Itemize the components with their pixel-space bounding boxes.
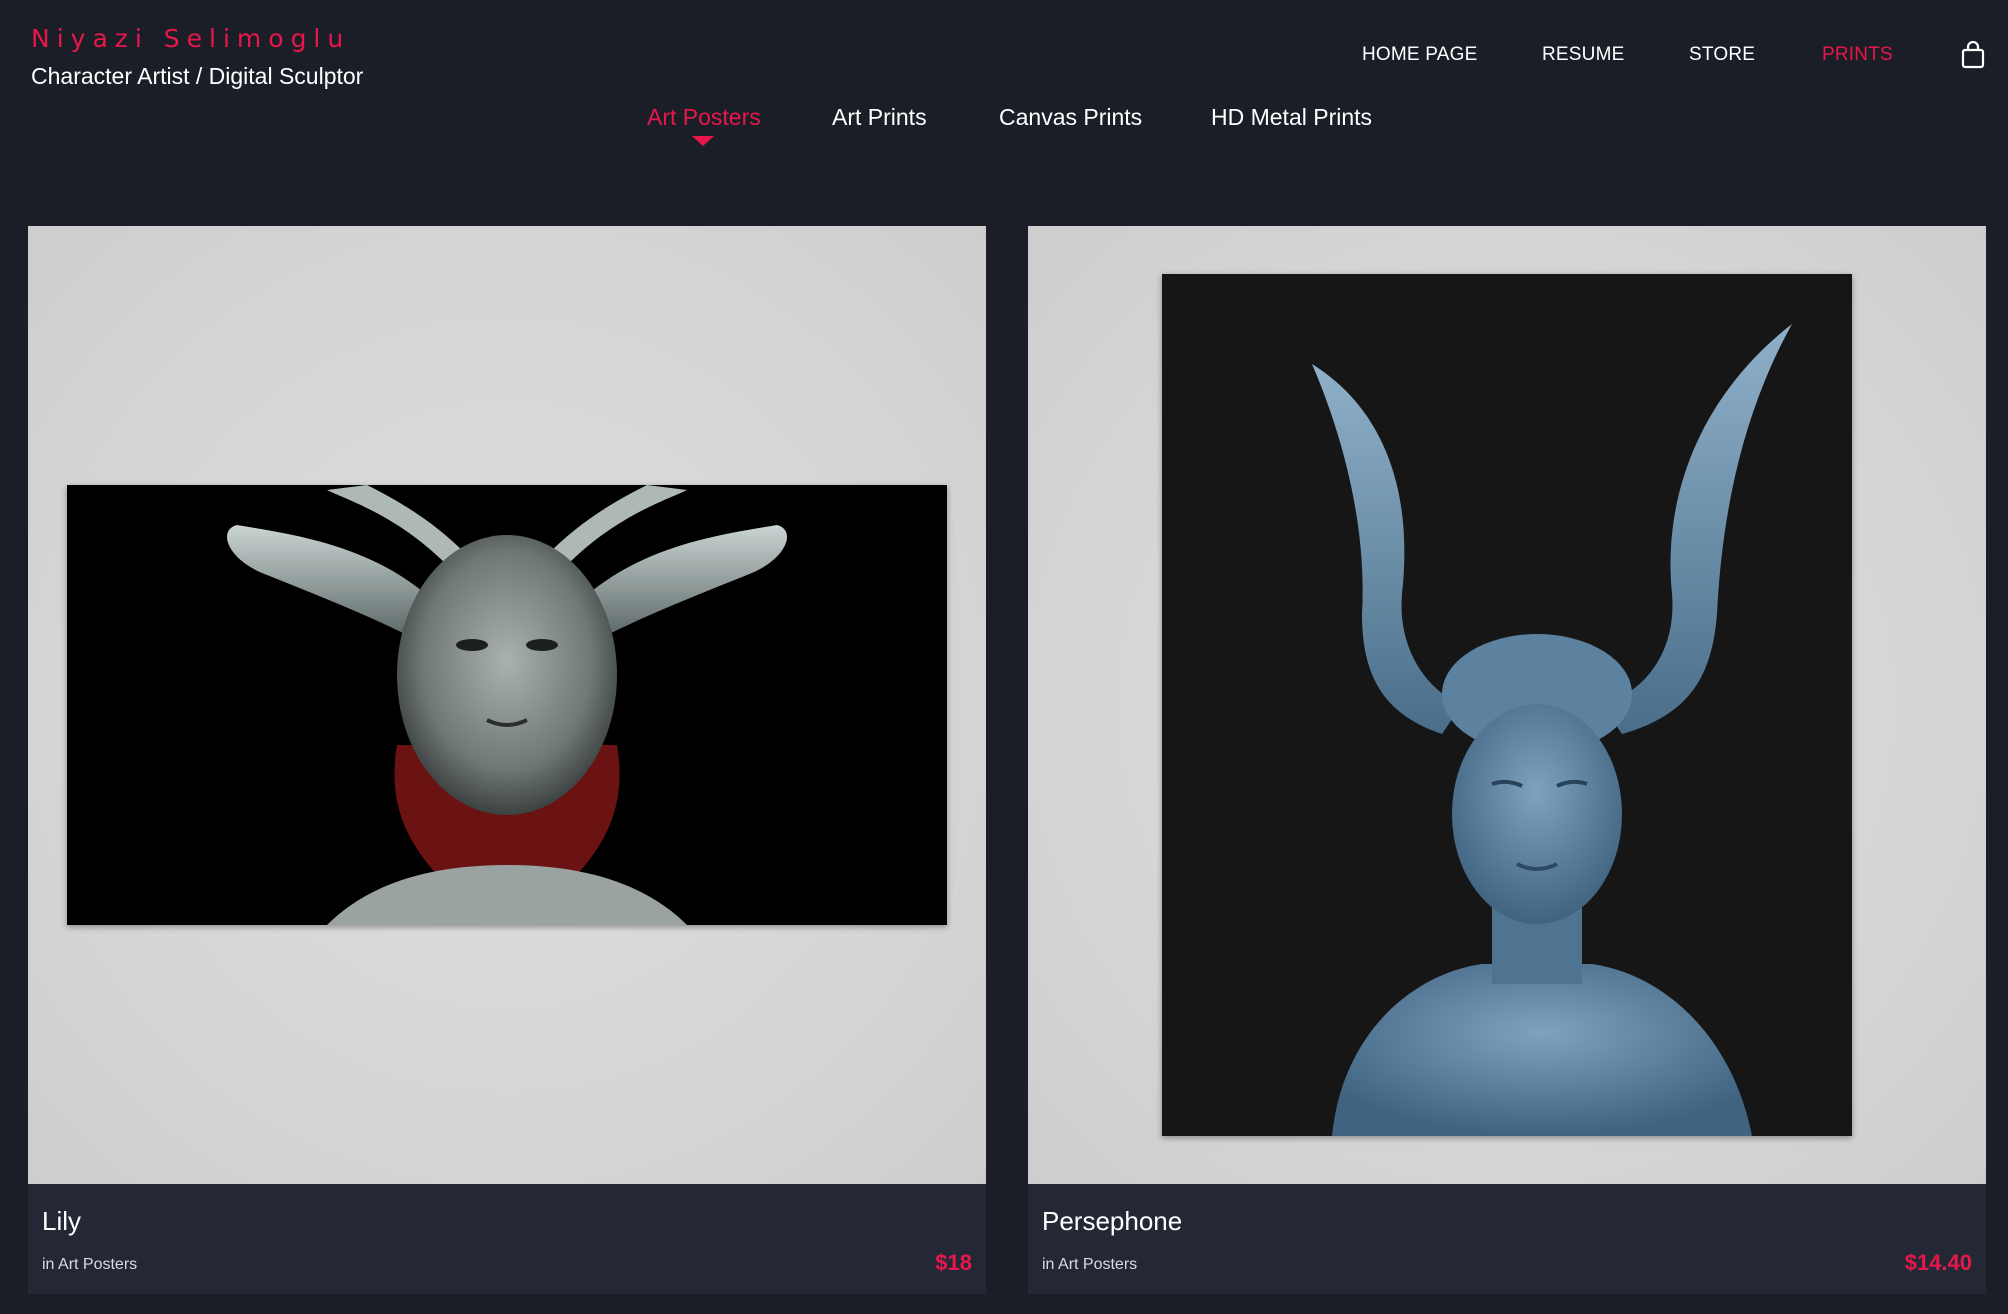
nav-resume[interactable]: RESUME: [1542, 44, 1625, 66]
tab-art-prints[interactable]: Art Prints: [832, 104, 927, 131]
nav-home-page[interactable]: HOME PAGE: [1362, 44, 1477, 66]
tab-canvas-prints[interactable]: Canvas Prints: [999, 104, 1142, 131]
product-category[interactable]: in Art Posters: [42, 1256, 137, 1274]
nav-store[interactable]: STORE: [1689, 44, 1755, 66]
tab-art-posters[interactable]: Art Posters: [647, 104, 761, 131]
product-price: $14.40: [1904, 1250, 1972, 1275]
product-title[interactable]: Lily: [42, 1206, 81, 1237]
nav-prints[interactable]: PRINTS: [1822, 44, 1893, 66]
active-tab-caret-icon: [692, 136, 714, 146]
shopping-bag-icon[interactable]: [1961, 40, 1985, 69]
product-price: $18: [935, 1250, 972, 1275]
product-info: Persephone in Art Posters $14.40: [1028, 1184, 1986, 1294]
poster-artwork-lily: [67, 485, 947, 925]
product-thumbnail[interactable]: [28, 226, 986, 1184]
product-info: Lily in Art Posters $18: [28, 1184, 986, 1294]
tab-hd-metal-prints[interactable]: HD Metal Prints: [1211, 104, 1372, 131]
product-category[interactable]: in Art Posters: [1042, 1256, 1137, 1274]
product-title[interactable]: Persephone: [1042, 1206, 1182, 1237]
poster-artwork-persephone: [1162, 274, 1852, 1136]
product-card-lily[interactable]: Lily in Art Posters $18: [28, 226, 986, 1294]
category-nav: Art Posters Art Prints Canvas Prints HD …: [0, 104, 2008, 144]
product-card-persephone[interactable]: Persephone in Art Posters $14.40: [1028, 226, 1986, 1294]
product-thumbnail[interactable]: [1028, 226, 1986, 1184]
main-nav: HOME PAGE RESUME STORE PRINTS: [0, 44, 2008, 74]
page: Niyazi Selimoglu Character Artist / Digi…: [0, 0, 2008, 1314]
